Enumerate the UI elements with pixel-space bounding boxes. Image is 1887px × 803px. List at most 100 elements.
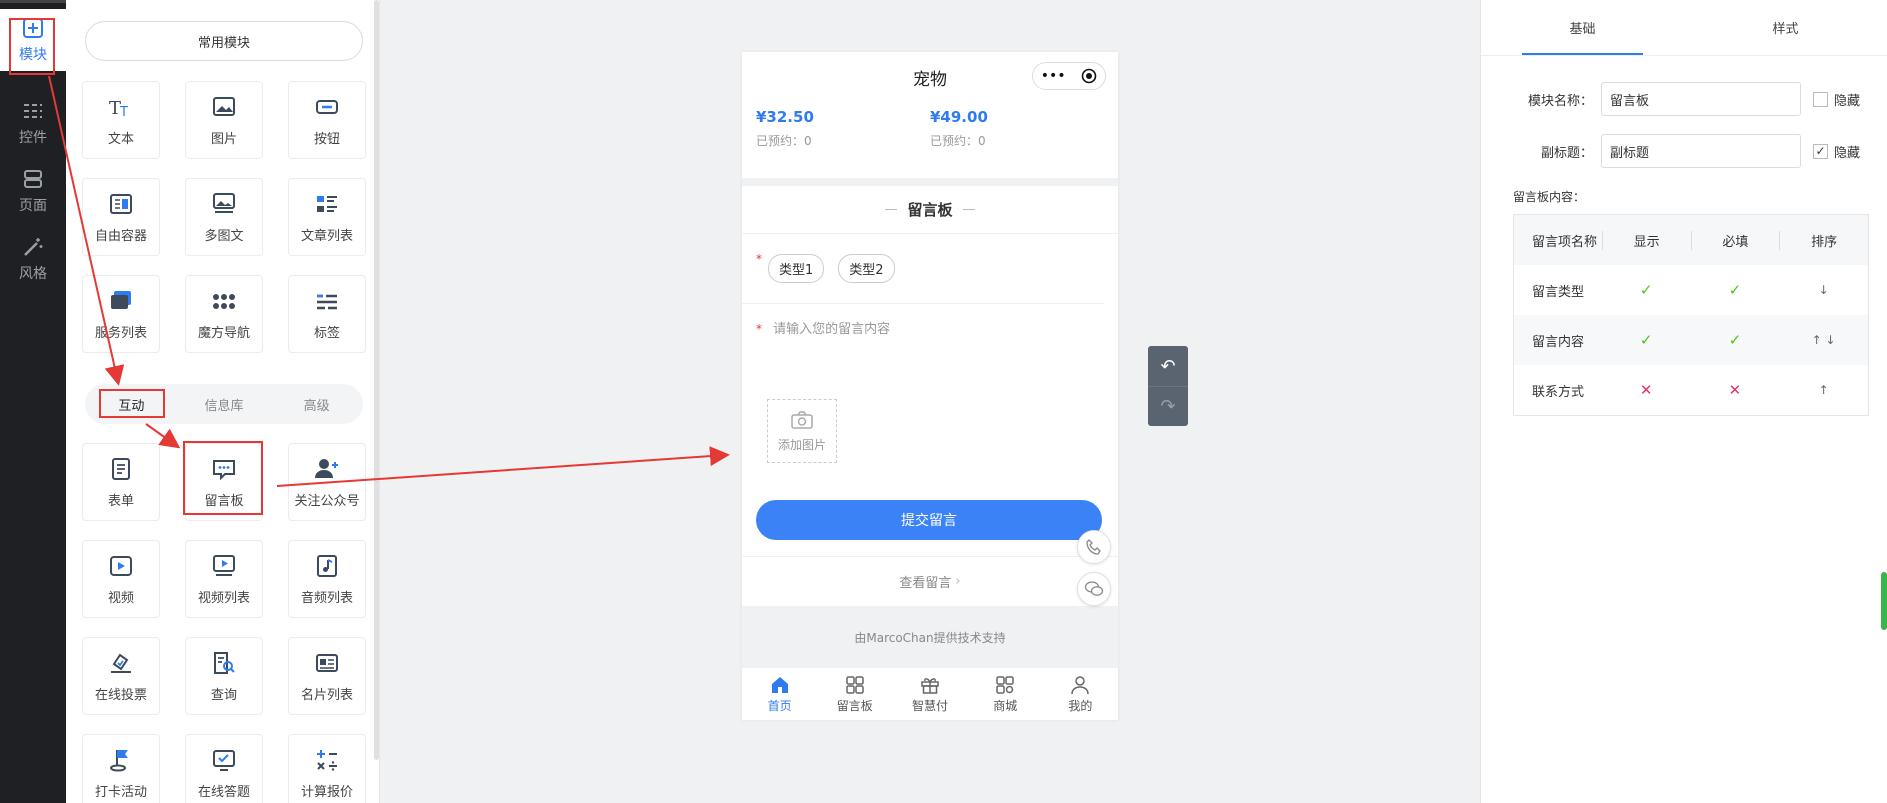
col-header-sort: 排序 bbox=[1779, 230, 1868, 250]
rail-item-pages[interactable]: 页面 bbox=[0, 160, 66, 222]
module-label-free-container: 自由容器 bbox=[94, 228, 147, 244]
show-toggle[interactable]: ✕ bbox=[1602, 381, 1691, 399]
chevron-right-icon: › bbox=[955, 574, 961, 589]
type-chip[interactable]: 类型1 bbox=[768, 254, 825, 283]
common-modules-pill[interactable]: 常用模块 bbox=[85, 21, 363, 61]
module-tile-video[interactable]: 视频 bbox=[82, 540, 160, 618]
hide-subtitle-checkbox[interactable]: ✓ bbox=[1813, 143, 1828, 159]
more-dots-icon[interactable]: ••• bbox=[1041, 68, 1066, 84]
message-content-input[interactable]: * 请输入您的留言内容 添加图片 bbox=[742, 304, 1118, 479]
module-label-multi-article: 多图文 bbox=[204, 228, 244, 244]
annotation-box-interactive-tab bbox=[99, 389, 165, 418]
sort-arrows[interactable]: ↑ ↓ bbox=[1779, 333, 1868, 347]
rail-label-pages: 页面 bbox=[19, 198, 47, 214]
tabbar-label: 首页 bbox=[767, 698, 792, 713]
tabbar-item-mine[interactable]: 我的 bbox=[1043, 668, 1118, 720]
service-list-icon bbox=[111, 290, 131, 309]
module-tile-card-list[interactable]: 名片列表 bbox=[288, 637, 366, 715]
sort-arrows[interactable]: ↓ bbox=[1779, 283, 1868, 297]
module-tile-text[interactable]: TT 文本 bbox=[82, 81, 160, 159]
rail-item-style[interactable]: 风格 bbox=[0, 228, 66, 290]
module-label-video-list: 视频列表 bbox=[197, 590, 250, 606]
field-name: 联系方式 bbox=[1532, 384, 1585, 400]
module-tile-follow-account[interactable]: 关注公众号 bbox=[288, 443, 366, 521]
module-label-cube-nav: 魔方导航 bbox=[197, 325, 250, 341]
module-label-quiz: 在线答题 bbox=[197, 784, 250, 800]
module-tile-query[interactable]: 查询 bbox=[185, 637, 263, 715]
mall-grid-icon bbox=[996, 675, 1014, 694]
redo-icon: ↷ bbox=[1160, 396, 1176, 417]
module-tile-service-list[interactable]: 服务列表 bbox=[82, 275, 160, 353]
module-tile-quote-calc[interactable]: 计算报价 bbox=[288, 734, 366, 803]
tab-basic[interactable]: 基础 bbox=[1481, 0, 1684, 55]
settings-scrollbar[interactable] bbox=[1881, 572, 1887, 630]
module-tile-tag[interactable]: 标签 bbox=[288, 275, 366, 353]
svg-text:T: T bbox=[119, 105, 128, 120]
module-tile-article-list[interactable]: 文章列表 bbox=[288, 178, 366, 256]
module-tile-button[interactable]: 按钮 bbox=[288, 81, 366, 159]
close-target-icon[interactable] bbox=[1081, 68, 1097, 84]
field-name: 留言内容 bbox=[1532, 334, 1585, 350]
module-label-quote-calc: 计算报价 bbox=[300, 784, 353, 800]
module-label-image: 图片 bbox=[210, 131, 237, 147]
type-chip[interactable]: 类型2 bbox=[838, 254, 895, 283]
button-icon bbox=[316, 99, 338, 114]
module-tile-video-list[interactable]: 视频列表 bbox=[185, 540, 263, 618]
reserved-count: 已预约：0 bbox=[756, 134, 812, 148]
undo-button[interactable]: ↶ bbox=[1148, 346, 1188, 386]
form-icon bbox=[112, 457, 130, 480]
module-label-follow-account: 关注公众号 bbox=[294, 493, 360, 509]
settings-panel: 基础 样式 模块名称： 留言板 隐藏 副标题： 副标题 ✓ 隐藏 留言板内容： … bbox=[1480, 0, 1887, 803]
required-toggle[interactable]: ✕ bbox=[1691, 381, 1780, 399]
rail-item-controls[interactable]: 控件 bbox=[0, 92, 66, 154]
tabbar-item-smart-pay[interactable]: 智慧付 bbox=[892, 668, 967, 720]
module-tile-quiz[interactable]: 在线答题 bbox=[185, 734, 263, 803]
add-image-button[interactable]: 添加图片 bbox=[767, 399, 837, 463]
sort-arrows[interactable]: ↑ bbox=[1779, 383, 1868, 397]
wechat-float-button[interactable] bbox=[1077, 572, 1111, 606]
view-messages-label: 查看留言 bbox=[899, 576, 952, 591]
module-name-input[interactable]: 留言板 bbox=[1601, 82, 1801, 116]
subtitle-row: 副标题： 副标题 ✓ 隐藏 bbox=[1511, 134, 1860, 168]
redo-button[interactable]: ↷ bbox=[1148, 386, 1188, 426]
tabbar-item-message-board[interactable]: 留言板 bbox=[817, 668, 892, 720]
tab-info-library[interactable]: 信息库 bbox=[178, 395, 271, 414]
show-toggle[interactable]: ✓ bbox=[1602, 331, 1691, 349]
module-label-query: 查询 bbox=[210, 687, 237, 703]
phone-float-button[interactable] bbox=[1077, 530, 1111, 564]
module-label-audio-list: 音频列表 bbox=[300, 590, 353, 606]
price-item[interactable]: ¥49.00 已预约：0 bbox=[930, 102, 1104, 178]
module-tile-image[interactable]: 图片 bbox=[185, 81, 263, 159]
module-tile-audio-list[interactable]: 音频列表 bbox=[288, 540, 366, 618]
module-tile-cube-nav[interactable]: 魔方导航 bbox=[185, 275, 263, 353]
tabbar-item-mall[interactable]: 商城 bbox=[968, 668, 1043, 720]
module-panel-scrollbar[interactable] bbox=[374, 0, 379, 760]
submit-message-button[interactable]: 提交留言 bbox=[756, 500, 1102, 540]
flag-icon bbox=[110, 749, 128, 771]
text-icon: TT bbox=[109, 98, 128, 120]
tabbar-item-home[interactable]: 首页 bbox=[742, 668, 817, 720]
board-content-label: 留言板内容： bbox=[1513, 190, 1586, 204]
view-messages-link[interactable]: 查看留言 › bbox=[742, 556, 1118, 606]
user-plus-icon bbox=[315, 458, 338, 478]
show-toggle[interactable]: ✓ bbox=[1602, 281, 1691, 299]
annotation-box-message-board bbox=[183, 441, 263, 515]
required-toggle[interactable]: ✓ bbox=[1691, 331, 1780, 349]
module-tile-checkin[interactable]: 打卡活动 bbox=[82, 734, 160, 803]
module-tile-multi-article[interactable]: 多图文 bbox=[185, 178, 263, 256]
module-tile-voting[interactable]: 在线投票 bbox=[82, 637, 160, 715]
tab-advanced[interactable]: 高级 bbox=[270, 395, 363, 414]
settings-tabs: 基础 样式 bbox=[1481, 0, 1887, 56]
tab-style[interactable]: 样式 bbox=[1684, 0, 1887, 55]
query-icon bbox=[214, 651, 235, 674]
reserved-count: 已预约：0 bbox=[930, 134, 986, 148]
subtitle-input[interactable]: 副标题 bbox=[1601, 134, 1801, 168]
title-dash-right bbox=[962, 209, 975, 210]
module-tile-free-container[interactable]: 自由容器 bbox=[82, 178, 160, 256]
module-tile-form[interactable]: 表单 bbox=[82, 443, 160, 521]
hide-name-checkbox[interactable] bbox=[1813, 91, 1828, 107]
price-item[interactable]: ¥32.50 已预约：0 bbox=[756, 102, 930, 178]
section-gap bbox=[742, 178, 1118, 186]
required-toggle[interactable]: ✓ bbox=[1691, 281, 1780, 299]
price-row: ¥32.50 已预约：0 ¥49.00 已预约：0 bbox=[742, 102, 1118, 178]
